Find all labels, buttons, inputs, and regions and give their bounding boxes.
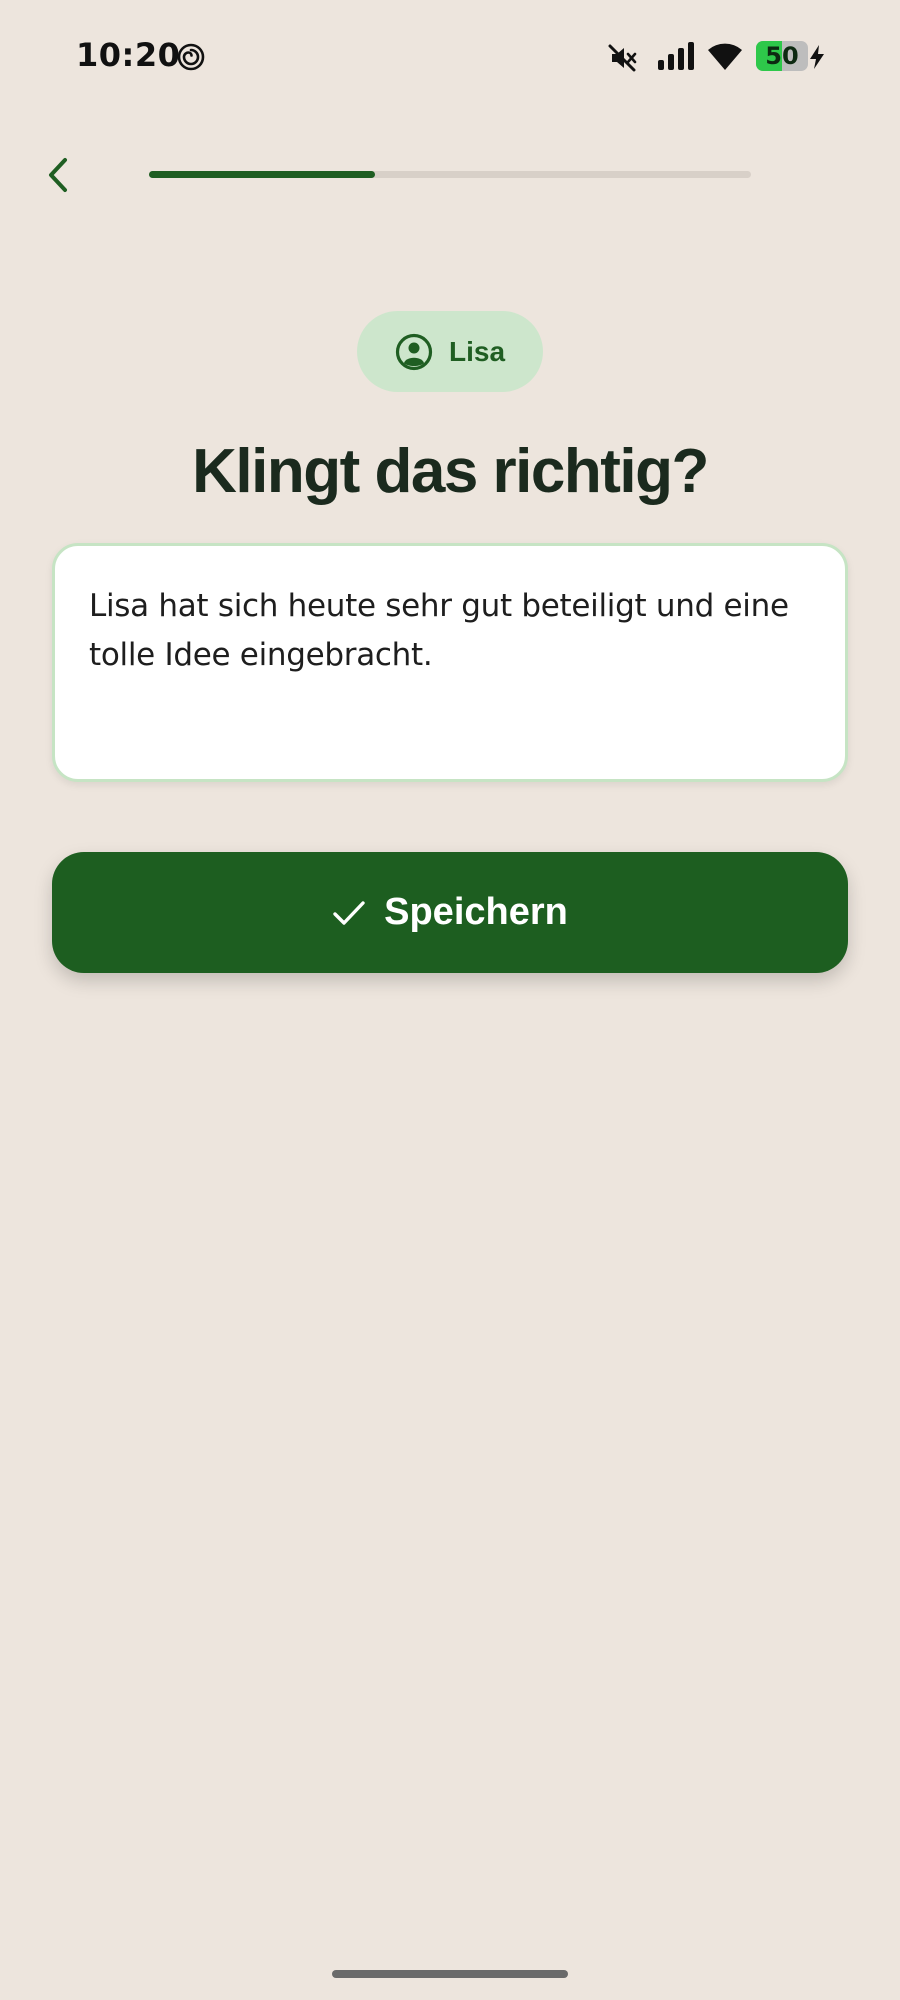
progress-bar [149,171,751,178]
status-time: 10:20 [76,36,181,74]
spiral-icon [177,43,205,71]
page-title: Klingt das richtig? [192,437,709,506]
student-chip: Lisa [357,311,543,392]
wifi-icon [708,43,742,70]
save-button-label: Speichern [384,891,568,933]
check-icon [333,900,365,925]
battery-level: 50 [765,42,799,70]
status-bar: 10:20 50 [0,0,900,110]
feedback-text: Lisa hat sich heute sehr gut beteiligt u… [89,588,789,673]
student-name: Lisa [448,335,506,367]
user-circle-icon [395,333,433,370]
signal-icon [658,42,694,70]
screen: 10:20 50 Lisa Klingt das richtig? Lisa h… [0,0,900,2000]
save-button[interactable]: Speichern [52,852,848,973]
progress-bar-fill [149,171,375,178]
feedback-text-field[interactable]: Lisa hat sich heute sehr gut beteiligt u… [52,543,848,782]
battery-icon: 50 [756,41,808,71]
mute-icon [608,44,637,72]
home-indicator[interactable] [332,1970,568,1978]
chevron-left-icon [49,158,67,192]
charging-bolt-icon [810,45,824,69]
back-button[interactable] [36,150,80,200]
